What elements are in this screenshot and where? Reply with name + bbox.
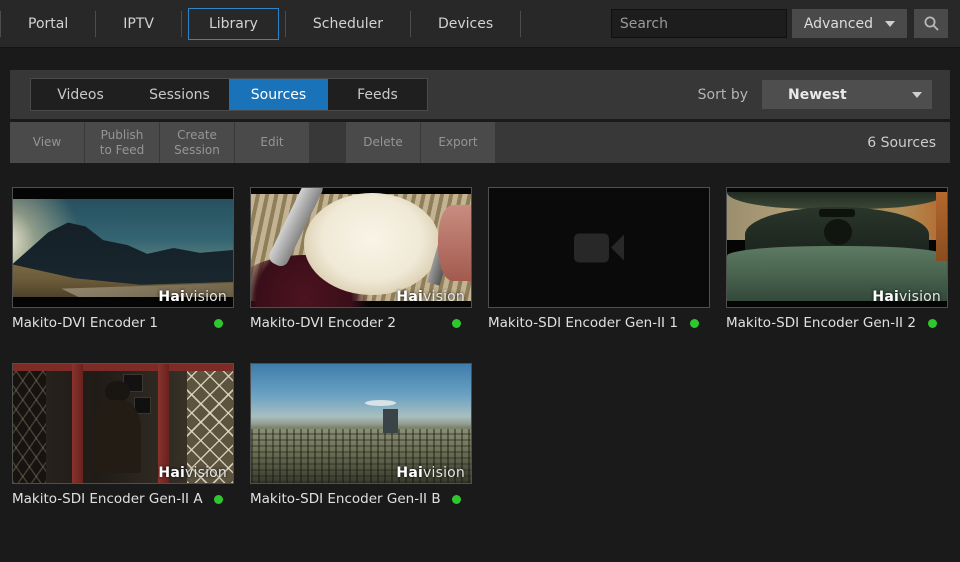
source-thumbnail-cream-closeup: Haivision bbox=[250, 187, 472, 308]
thumb-tower-layer bbox=[383, 409, 398, 433]
nav-item-devices[interactable]: Devices bbox=[417, 8, 514, 40]
source-thumbnail-car-driver: Haivision bbox=[726, 187, 948, 308]
nav-divider bbox=[0, 11, 1, 37]
source-card[interactable]: Haivision Makito-SDI Encoder Gen-II B bbox=[250, 363, 472, 507]
nav-item-iptv[interactable]: IPTV bbox=[102, 8, 175, 40]
camera-lens-shape bbox=[611, 235, 624, 261]
source-thumbnail-mountain-road: Haivision bbox=[12, 187, 234, 308]
thumb-man-body-layer bbox=[92, 400, 140, 474]
sort-selected-value: Newest bbox=[788, 87, 847, 103]
tab-sessions[interactable]: Sessions bbox=[130, 79, 229, 110]
source-thumbnail-cityscape: Haivision bbox=[250, 363, 472, 484]
source-meta: Makito-SDI Encoder Gen-II 1 bbox=[488, 315, 710, 331]
magnifier-icon bbox=[923, 15, 940, 32]
thumb-gate-layer bbox=[13, 371, 46, 483]
nav-divider bbox=[520, 11, 521, 37]
source-name: Makito-SDI Encoder Gen-II 1 bbox=[488, 315, 678, 331]
nav-item-portal[interactable]: Portal bbox=[7, 8, 89, 40]
source-meta: Makito-SDI Encoder Gen-II 2 bbox=[726, 315, 948, 331]
thumb-mirror-layer bbox=[819, 209, 854, 216]
advanced-search-button[interactable]: Advanced bbox=[792, 9, 907, 38]
nav-divider bbox=[285, 11, 286, 37]
library-tabs: Videos Sessions Sources Feeds bbox=[30, 78, 428, 111]
source-card[interactable]: Haivision Makito-SDI Encoder Gen-II A bbox=[12, 363, 234, 507]
nav-divider bbox=[95, 11, 96, 37]
source-meta: Makito-DVI Encoder 1 bbox=[12, 315, 234, 331]
sources-grid: Haivision Makito-DVI Encoder 1 Haivision… bbox=[12, 187, 950, 507]
status-dot-online bbox=[928, 319, 937, 328]
source-name: Makito-DVI Encoder 2 bbox=[250, 315, 396, 331]
status-dot-online bbox=[452, 495, 461, 504]
advanced-search-label: Advanced bbox=[804, 16, 873, 32]
source-meta: Makito-SDI Encoder Gen-II A bbox=[12, 491, 234, 507]
sort-controls: Sort by Newest bbox=[698, 80, 950, 109]
status-dot-online bbox=[214, 319, 223, 328]
nav-divider bbox=[410, 11, 411, 37]
toolbar-spacer bbox=[310, 122, 346, 163]
source-card[interactable]: Makito-SDI Encoder Gen-II 1 bbox=[488, 187, 710, 331]
source-name: Makito-SDI Encoder Gen-II B bbox=[250, 491, 441, 507]
source-thumbnail-shop-door: Haivision bbox=[12, 363, 234, 484]
video-camera-icon bbox=[574, 233, 624, 262]
view-button[interactable]: View bbox=[10, 122, 84, 163]
source-card[interactable]: Haivision Makito-SDI Encoder Gen-II 2 bbox=[726, 187, 948, 331]
source-meta: Makito-DVI Encoder 2 bbox=[250, 315, 472, 331]
status-dot-online bbox=[690, 319, 699, 328]
search-input[interactable] bbox=[611, 9, 787, 38]
source-name: Makito-DVI Encoder 1 bbox=[12, 315, 158, 331]
sort-dropdown[interactable]: Newest bbox=[762, 80, 932, 109]
export-button[interactable]: Export bbox=[421, 122, 495, 163]
source-card[interactable]: Haivision Makito-DVI Encoder 2 bbox=[250, 187, 472, 331]
thumb-red-frame-bar bbox=[72, 364, 83, 483]
haivision-watermark: Haivision bbox=[158, 465, 227, 481]
nav-divider bbox=[181, 11, 182, 37]
main-navigation: Portal IPTV Library Scheduler Devices bbox=[0, 0, 521, 47]
haivision-watermark: Haivision bbox=[872, 289, 941, 305]
source-thumbnail-no-preview bbox=[488, 187, 710, 308]
source-name: Makito-SDI Encoder Gen-II A bbox=[12, 491, 203, 507]
caret-down-icon bbox=[885, 21, 895, 27]
tab-feeds[interactable]: Feeds bbox=[328, 79, 427, 110]
create-session-button[interactable]: Create Session bbox=[160, 122, 234, 163]
thumb-man-head-layer bbox=[105, 381, 129, 402]
top-nav: Portal IPTV Library Scheduler Devices Ad… bbox=[0, 0, 960, 48]
thumb-cloud-layer bbox=[365, 400, 396, 406]
source-name: Makito-SDI Encoder Gen-II 2 bbox=[726, 315, 916, 331]
thumb-foliage-layer bbox=[936, 192, 947, 261]
tab-videos[interactable]: Videos bbox=[31, 79, 130, 110]
sources-toolbar: View Publish to Feed Create Session Edit… bbox=[10, 122, 950, 163]
haivision-watermark: Haivision bbox=[396, 289, 465, 305]
thumb-red-frame-top bbox=[13, 364, 233, 371]
thumb-cream-layer bbox=[304, 193, 440, 295]
tab-sources[interactable]: Sources bbox=[229, 79, 328, 110]
haivision-watermark: Haivision bbox=[396, 465, 465, 481]
haivision-watermark: Haivision bbox=[158, 289, 227, 305]
nav-item-library[interactable]: Library bbox=[188, 8, 279, 40]
edit-button[interactable]: Edit bbox=[235, 122, 309, 163]
thumb-finger-layer bbox=[438, 205, 471, 281]
source-meta: Makito-SDI Encoder Gen-II B bbox=[250, 491, 472, 507]
caret-down-icon bbox=[912, 92, 922, 98]
sort-by-label: Sort by bbox=[698, 87, 748, 103]
source-card[interactable]: Haivision Makito-DVI Encoder 1 bbox=[12, 187, 234, 331]
nav-item-scheduler[interactable]: Scheduler bbox=[292, 8, 404, 40]
library-tabs-bar: Videos Sessions Sources Feeds Sort by Ne… bbox=[10, 70, 950, 119]
status-dot-online bbox=[452, 319, 461, 328]
publish-to-feed-button[interactable]: Publish to Feed bbox=[85, 122, 159, 163]
sources-count: 6 Sources bbox=[867, 122, 950, 163]
search-group: Advanced bbox=[611, 0, 960, 47]
search-submit-button[interactable] bbox=[914, 9, 948, 38]
camera-body-shape bbox=[574, 233, 609, 262]
status-dot-online bbox=[214, 495, 223, 504]
delete-button[interactable]: Delete bbox=[346, 122, 420, 163]
